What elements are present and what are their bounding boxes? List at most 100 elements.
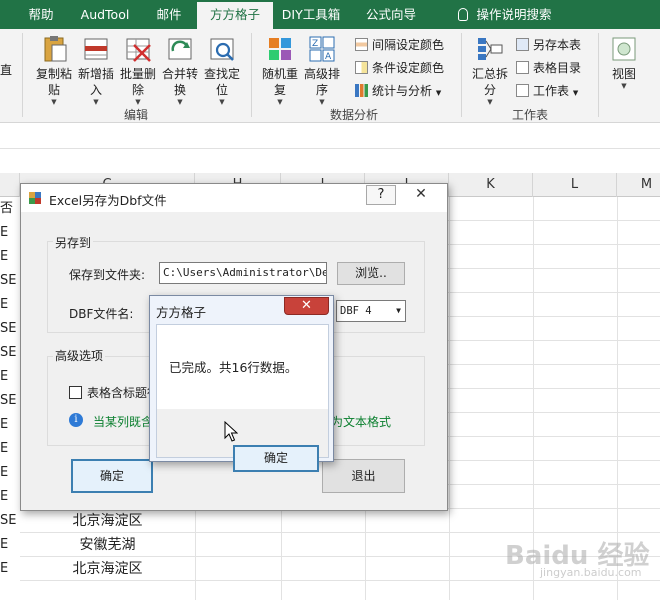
help-button[interactable]: ?	[366, 185, 396, 205]
dbf-version-select[interactable]: DBF 4 ▼	[336, 300, 406, 322]
dialog-title: Excel另存为Dbf文件	[49, 193, 167, 208]
insert-button[interactable]: 新增插入 ▼	[76, 35, 116, 106]
row-fragment-cell[interactable]: E	[0, 533, 20, 557]
advanced-sort-button[interactable]: ZA 高级排序 ▼	[302, 35, 342, 106]
ribbon-separator	[598, 33, 599, 117]
chevron-down-icon: ▼	[435, 89, 442, 97]
close-button[interactable]: ✕	[399, 185, 443, 205]
chevron-down-icon: ▼	[572, 89, 579, 97]
message-ok-button[interactable]: 确定	[233, 445, 319, 472]
insert-rows-icon	[82, 35, 110, 63]
header-row-checkbox[interactable]	[69, 386, 82, 399]
merge-icon	[166, 35, 194, 63]
advanced-sort-label-2: 序	[315, 83, 328, 97]
column-header-l[interactable]: L	[533, 173, 617, 197]
worksheet-button[interactable]: 工作表 ▼	[516, 82, 578, 102]
row-fragment-cell[interactable]: E	[0, 437, 20, 461]
condition-color-icon	[355, 61, 368, 74]
find-locate-label-2: 位	[215, 83, 228, 97]
row-fragment-cell[interactable]: SE	[0, 341, 20, 365]
column-header-k[interactable]: K	[449, 173, 533, 197]
folder-path-input[interactable]: C:\Users\Administrator\Desk	[159, 262, 327, 284]
tab-help[interactable]: 帮助	[18, 0, 64, 29]
watermark-url: jingyan.baidu.com	[540, 566, 642, 579]
merge-convert-label-2: 换	[173, 83, 186, 97]
summary-split-button[interactable]: 汇总拆分 ▼	[470, 35, 510, 106]
tab-fangfang[interactable]: 方方格子	[197, 2, 273, 29]
sheet-directory-button[interactable]: 表格目录	[516, 59, 581, 77]
formula-bar[interactable]	[0, 123, 660, 149]
row-fragment-cell[interactable]: E	[0, 461, 20, 485]
dbf-name-label: DBF文件名:	[69, 307, 134, 321]
row-fragment-cell[interactable]: SE	[0, 269, 20, 293]
chevron-down-icon: ▼	[487, 98, 493, 106]
svg-text:A: A	[325, 52, 332, 62]
copy-paste-label-2: 贴	[47, 83, 60, 97]
view-label: 视图	[611, 67, 636, 81]
batch-delete-button[interactable]: 批量删除 ▼	[118, 35, 158, 106]
save-sheet-button[interactable]: 另存本表	[516, 36, 581, 54]
app-icon	[29, 192, 41, 204]
browse-button[interactable]: 浏览..	[337, 262, 405, 285]
completion-message-box: 方方格子 ✕ 已完成。共16行数据。 确定	[149, 295, 334, 472]
row-fragment-cell[interactable]: E	[0, 221, 20, 245]
ok-button[interactable]: 确定	[71, 459, 153, 493]
tell-me-search[interactable]: 操作说明搜索	[440, 0, 570, 29]
ribbon-separator	[22, 33, 23, 117]
delete-grid-icon	[124, 35, 152, 63]
row-fragment-cell[interactable]: SE	[0, 389, 20, 413]
tab-diy[interactable]: DIY工具箱	[277, 0, 345, 29]
summary-split-label-1: 汇总拆	[471, 67, 508, 81]
row-fragment-cell[interactable]: E	[0, 365, 20, 389]
row-fragment-cell[interactable]: 否	[0, 197, 20, 221]
chevron-down-icon: ▼	[135, 98, 141, 106]
row-fragment-cell[interactable]: E	[0, 485, 20, 509]
view-button[interactable]: 视图 ▼	[604, 35, 644, 90]
group-label-analysis: 数据分析	[330, 108, 379, 122]
save-sheet-label: 另存本表	[533, 38, 582, 52]
find-locate-label-1: 查找定	[203, 67, 240, 81]
row-fragment-cell[interactable]: SE	[0, 509, 20, 533]
random-repeat-button[interactable]: 随机重复 ▼	[260, 35, 300, 106]
tab-mail[interactable]: 邮件	[148, 0, 190, 29]
sort-az-icon: ZA	[308, 35, 336, 63]
interval-color-label: 间隔设定颜色	[372, 38, 445, 52]
interval-color-icon	[355, 38, 368, 51]
advanced-options-group-label: 高级选项	[53, 347, 106, 364]
dialog-titlebar[interactable]: Excel另存为Dbf文件 ? ✕	[21, 184, 447, 212]
message-body: 已完成。共16行数据。 确定	[156, 324, 329, 472]
column-header-m[interactable]: M	[617, 173, 660, 197]
select-all-corner[interactable]	[0, 173, 20, 197]
merge-convert-button[interactable]: 合并转换 ▼	[160, 35, 200, 106]
exit-button[interactable]: 退出	[322, 459, 405, 493]
condition-color-button[interactable]: 条件设定颜色	[355, 59, 444, 77]
row-fragment-cell[interactable]: E	[0, 557, 20, 581]
row-fragment-cell[interactable]: E	[0, 245, 20, 269]
batch-delete-label-2: 除	[131, 83, 144, 97]
magnifier-grid-icon	[208, 35, 236, 63]
stats-analysis-button[interactable]: 统计与分析 ▼	[355, 82, 441, 102]
hint-text-right: 为文本格式	[331, 415, 392, 429]
chevron-down-icon: ▼	[277, 98, 283, 106]
summary-split-label-2: 分	[483, 83, 496, 97]
ribbon-partial-label: 直	[0, 63, 13, 77]
ribbon-separator	[251, 33, 252, 117]
condition-color-label: 条件设定颜色	[372, 61, 445, 75]
tab-formula[interactable]: 公式向导	[357, 0, 425, 29]
advanced-sort-label-1: 高级排	[303, 67, 340, 81]
row-fragment-cell[interactable]: E	[0, 413, 20, 437]
message-close-button[interactable]: ✕	[284, 297, 329, 315]
folder-label: 保存到文件夹:	[69, 268, 146, 282]
row-fragment-cell[interactable]: E	[0, 293, 20, 317]
mouse-cursor-icon	[224, 420, 239, 443]
column-c-cell[interactable]: 安徽芜湖	[20, 533, 195, 557]
copy-paste-button[interactable]: 复制粘贴 ▼	[34, 35, 74, 106]
tab-audtool[interactable]: AudTool	[72, 0, 138, 29]
column-c-cell[interactable]: 北京海淀区	[20, 509, 195, 533]
worksheet-icon	[516, 84, 529, 97]
interval-color-button[interactable]: 间隔设定颜色	[355, 36, 444, 54]
column-c-cell[interactable]: 北京海淀区	[20, 557, 195, 581]
find-locate-button[interactable]: 查找定位 ▼	[202, 35, 242, 106]
clipboard-icon	[40, 35, 68, 63]
row-fragment-cell[interactable]: SE	[0, 317, 20, 341]
